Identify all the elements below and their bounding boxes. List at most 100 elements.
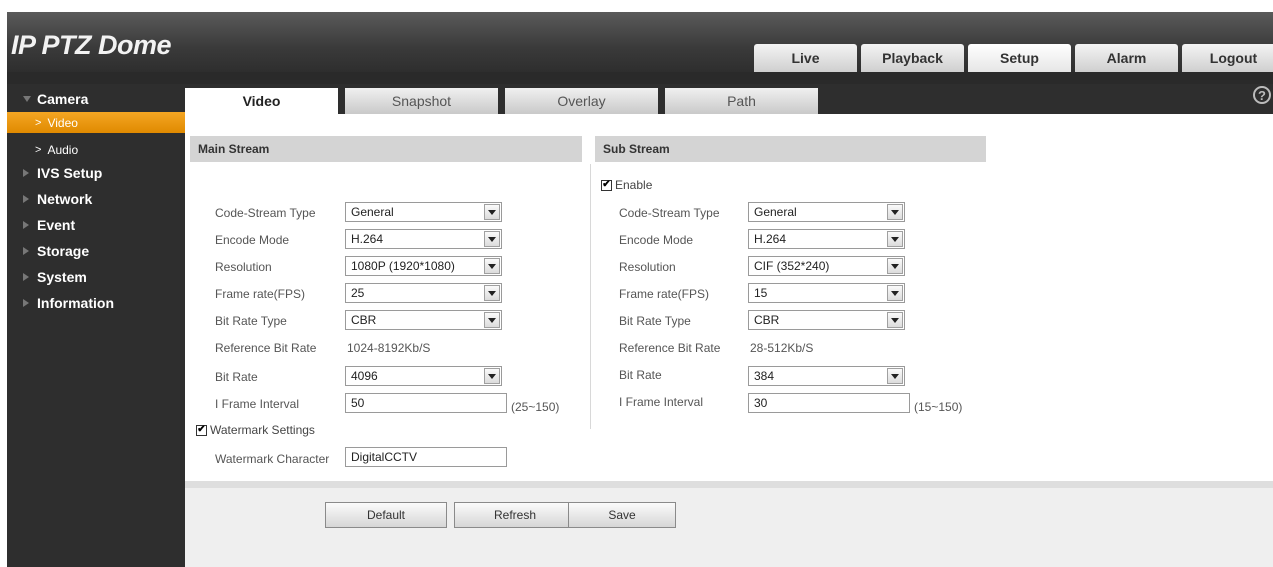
watermark-character-label: Watermark Character xyxy=(215,452,330,466)
sidebar-item-event[interactable]: Event xyxy=(7,212,185,238)
main-i-frame-interval-input[interactable]: 50 xyxy=(345,393,507,413)
sub-bit-rate-select[interactable]: 384 xyxy=(748,366,905,386)
main-bit-rate-type-select[interactable]: CBR xyxy=(345,310,502,330)
sidebar-item-ivs-setup[interactable]: IVS Setup xyxy=(7,160,185,186)
sub-code-stream-type-label: Code-Stream Type xyxy=(619,206,720,220)
sidebar-item-camera[interactable]: Camera xyxy=(7,86,185,112)
expanded-arrow-icon xyxy=(23,96,31,102)
save-button[interactable]: Save xyxy=(568,502,676,528)
main-bit-rate-type-label: Bit Rate Type xyxy=(215,314,287,328)
nav-tab-alarm[interactable]: Alarm xyxy=(1075,44,1178,72)
select-value: H.264 xyxy=(754,232,787,246)
select-value: CBR xyxy=(754,313,780,327)
sub-encode-mode-label: Encode Mode xyxy=(619,233,694,247)
main-encode-mode-label: Encode Mode xyxy=(215,233,290,247)
nav-tab-playback[interactable]: Playback xyxy=(861,44,964,72)
main-i-frame-interval-label: I Frame Interval xyxy=(215,397,300,411)
dropdown-arrow-icon[interactable] xyxy=(887,368,903,384)
dropdown-arrow-icon[interactable] xyxy=(484,258,500,274)
checkbox-checked-icon: ✔ xyxy=(601,179,612,191)
sub-i-frame-interval-label: I Frame Interval xyxy=(619,395,704,409)
tab-video[interactable]: Video xyxy=(185,88,338,114)
tab-path[interactable]: Path xyxy=(665,88,818,114)
button-bar: Default Refresh Save xyxy=(185,481,1273,567)
sub-bit-rate-label: Bit Rate xyxy=(619,368,662,382)
sidebar-subitem-audio[interactable]: > Audio xyxy=(7,139,185,160)
sub-stream-title: Sub Stream xyxy=(595,136,986,162)
header-divider xyxy=(7,72,1273,84)
sidebar-item-storage[interactable]: Storage xyxy=(7,238,185,264)
sub-reference-bit-rate-value: 28-512Kb/S xyxy=(750,341,814,355)
sidebar: Camera > Video > Audio IVS Setup Network… xyxy=(7,84,185,567)
sub-i-frame-interval-input[interactable]: 30 xyxy=(748,393,910,413)
sidebar-item-network[interactable]: Network xyxy=(7,186,185,212)
sidebar-item-label: System xyxy=(37,269,87,285)
refresh-button[interactable]: Refresh xyxy=(454,502,576,528)
sidebar-item-label: IVS Setup xyxy=(37,165,103,181)
sub-resolution-select[interactable]: CIF (352*240) xyxy=(748,256,905,276)
nav-tab-logout[interactable]: Logout xyxy=(1182,44,1273,72)
sidebar-item-label: Camera xyxy=(37,91,89,107)
subtabs: Video Snapshot Overlay Path xyxy=(185,88,818,114)
dropdown-arrow-icon[interactable] xyxy=(887,312,903,328)
dropdown-arrow-icon[interactable] xyxy=(887,285,903,301)
sub-i-frame-interval-range: (15~150) xyxy=(914,400,963,414)
collapsed-arrow-icon xyxy=(23,299,29,307)
watermark-character-input[interactable]: DigitalCCTV xyxy=(345,447,507,467)
nav-tab-live[interactable]: Live xyxy=(754,44,857,72)
select-value: 25 xyxy=(351,286,365,300)
sub-enable-checkbox[interactable]: ✔ Enable xyxy=(601,178,652,192)
dropdown-arrow-icon[interactable] xyxy=(484,368,500,384)
sidebar-subitem-label: Audio xyxy=(47,142,79,157)
chevron-right-icon: > xyxy=(35,116,42,129)
dropdown-arrow-icon[interactable] xyxy=(887,204,903,220)
main-code-stream-type-label: Code-Stream Type xyxy=(215,206,316,220)
main-bit-rate-select[interactable]: 4096 xyxy=(345,366,502,386)
sidebar-subitem-video[interactable]: > Video xyxy=(7,112,185,133)
select-value: General xyxy=(351,205,394,219)
main-resolution-select[interactable]: 1080P (1920*1080) xyxy=(345,256,502,276)
main-reference-bit-rate-value: 1024-8192Kb/S xyxy=(347,341,431,355)
sidebar-item-information[interactable]: Information xyxy=(7,290,185,316)
help-icon[interactable]: ? xyxy=(1253,86,1271,104)
checkbox-checked-icon: ✔ xyxy=(196,424,207,436)
main-reference-bit-rate-label: Reference Bit Rate xyxy=(215,341,317,355)
select-value: 4096 xyxy=(351,369,378,383)
main-i-frame-interval-range: (25~150) xyxy=(511,400,560,414)
tab-overlay[interactable]: Overlay xyxy=(505,88,658,114)
main-frame-rate-select[interactable]: 25 xyxy=(345,283,502,303)
main-bit-rate-label: Bit Rate xyxy=(215,370,258,384)
sub-bit-rate-type-select[interactable]: CBR xyxy=(748,310,905,330)
sub-code-stream-type-select[interactable]: General xyxy=(748,202,905,222)
sidebar-item-system[interactable]: System xyxy=(7,264,185,290)
sub-encode-mode-select[interactable]: H.264 xyxy=(748,229,905,249)
dropdown-arrow-icon[interactable] xyxy=(484,204,500,220)
dropdown-arrow-icon[interactable] xyxy=(484,285,500,301)
nav-tab-setup[interactable]: Setup xyxy=(968,44,1071,72)
main-frame-rate-label: Frame rate(FPS) xyxy=(215,287,306,301)
default-button[interactable]: Default xyxy=(325,502,447,528)
tab-snapshot[interactable]: Snapshot xyxy=(345,88,498,114)
collapsed-arrow-icon xyxy=(23,247,29,255)
main-code-stream-type-select[interactable]: General xyxy=(345,202,502,222)
dropdown-arrow-icon[interactable] xyxy=(887,231,903,247)
sidebar-item-label: Storage xyxy=(37,243,90,259)
sub-frame-rate-label: Frame rate(FPS) xyxy=(619,287,710,301)
collapsed-arrow-icon xyxy=(23,221,29,229)
watermark-settings-checkbox[interactable]: ✔ Watermark Settings xyxy=(196,423,315,437)
main-stream-title: Main Stream xyxy=(190,136,582,162)
sub-frame-rate-select[interactable]: 15 xyxy=(748,283,905,303)
main-encode-mode-select[interactable]: H.264 xyxy=(345,229,502,249)
sidebar-subitem-label: Video xyxy=(47,115,78,130)
app-logo-title: IP PTZ Dome xyxy=(11,30,172,60)
dropdown-arrow-icon[interactable] xyxy=(484,231,500,247)
sidebar-item-label: Information xyxy=(37,295,114,311)
select-value: 1080P (1920*1080) xyxy=(351,259,455,273)
stream-divider xyxy=(590,164,591,429)
select-value: General xyxy=(754,205,797,219)
dropdown-arrow-icon[interactable] xyxy=(887,258,903,274)
dropdown-arrow-icon[interactable] xyxy=(484,312,500,328)
select-value: H.264 xyxy=(351,232,384,246)
select-value: 15 xyxy=(754,286,768,300)
sub-reference-bit-rate-label: Reference Bit Rate xyxy=(619,341,721,355)
